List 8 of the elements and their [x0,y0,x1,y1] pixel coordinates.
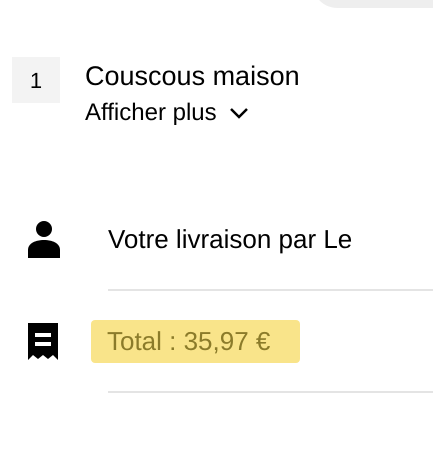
total-text: Total : 35,97 € [91,320,300,362]
quantity-box: 1 [12,57,60,103]
item-name: Couscous maison [85,60,300,93]
chevron-down-icon [228,107,249,119]
receipt-icon [28,322,58,360]
person-icon [28,220,60,258]
delivery-text: Votre livraison par Le [108,222,352,256]
show-more-button[interactable]: Afficher plus [85,97,300,129]
